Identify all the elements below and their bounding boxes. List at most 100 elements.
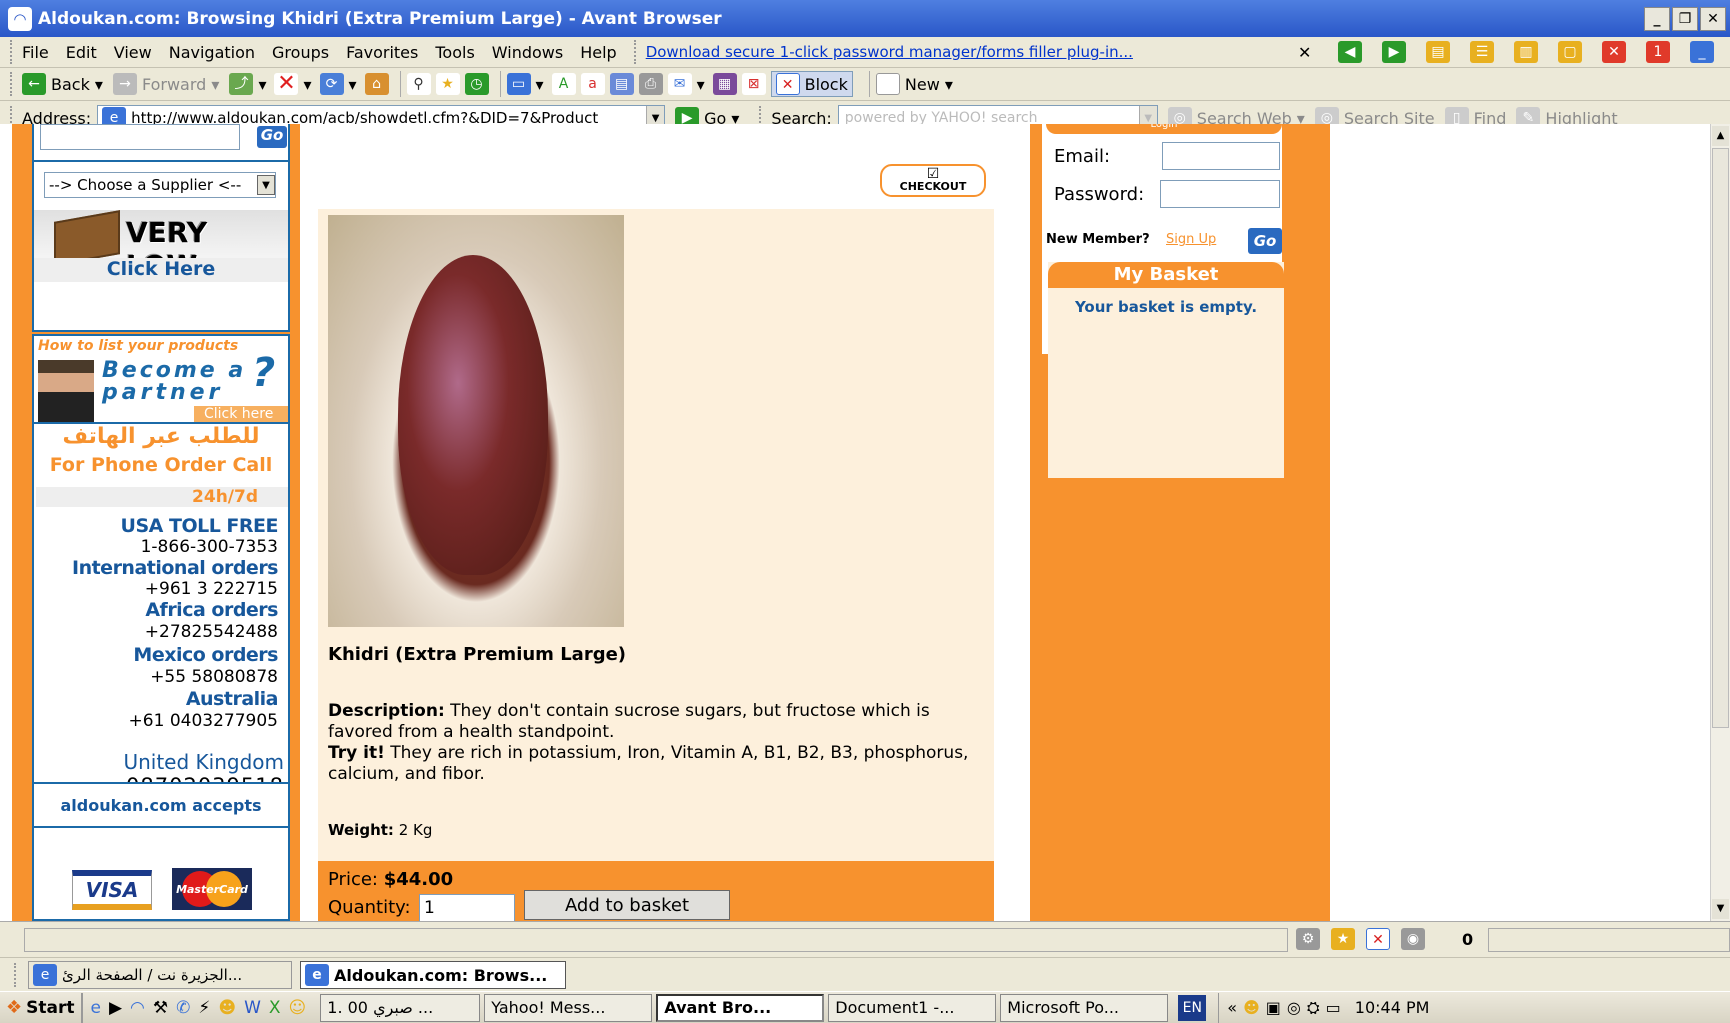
scroll-down-icon[interactable]: ▼: [1712, 899, 1729, 919]
up-icon[interactable]: ⤴: [229, 73, 254, 95]
history-icon[interactable]: ◷: [464, 73, 489, 95]
sidebar-search-input[interactable]: [40, 124, 240, 150]
businessman-image: [38, 360, 94, 422]
vertical-scrollbar[interactable]: ▲ ▼: [1710, 124, 1730, 921]
min-icon[interactable]: _: [1690, 41, 1714, 63]
status-bar: ⚙ ★ ✕ ◉ 0: [0, 921, 1730, 957]
price: Price: $44.00: [328, 869, 454, 890]
stop-icon[interactable]: ✕: [274, 73, 299, 95]
tab-aldoukan[interactable]: e Aldoukan.com: Brows...: [300, 961, 566, 989]
menu-edit[interactable]: Edit: [66, 43, 97, 62]
menu-view[interactable]: View: [114, 43, 152, 62]
taskbar-item-powerpoint[interactable]: Microsoft Po...: [1000, 993, 1169, 1022]
taskbar-item-1[interactable]: 1. 00 صبري ...: [320, 993, 481, 1022]
no-image-icon[interactable]: ⊠: [741, 73, 766, 95]
next-window-icon[interactable]: ▶: [1382, 41, 1406, 63]
partner-banner[interactable]: How to list your products Become a partn…: [32, 334, 290, 424]
close-button[interactable]: ✕: [1700, 7, 1726, 31]
one-window-icon[interactable]: 1: [1646, 41, 1670, 63]
ie-page-icon: e: [33, 964, 57, 986]
messenger-icon[interactable]: ✆: [176, 998, 190, 1018]
menu-navigation[interactable]: Navigation: [169, 43, 255, 62]
prev-window-icon[interactable]: ◀: [1338, 41, 1362, 63]
security-icon[interactable]: ◎: [1287, 998, 1301, 1017]
smiley-icon[interactable]: ☺: [289, 998, 307, 1018]
favorites-icon[interactable]: ★: [435, 73, 460, 95]
translate-icon[interactable]: a: [580, 73, 605, 95]
winamp-icon[interactable]: ⚡: [198, 998, 210, 1018]
contact-label: International orders: [72, 557, 279, 579]
tab-aljazeera[interactable]: e الجزيرة نت / الصفحة الرئ...: [28, 961, 292, 989]
signup-link[interactable]: Sign Up: [1166, 232, 1216, 247]
language-indicator[interactable]: EN: [1178, 994, 1207, 1021]
menu-groups[interactable]: Groups: [272, 43, 329, 62]
add-to-basket-button[interactable]: Add to basket: [524, 890, 730, 920]
search-icon[interactable]: ⚲: [406, 73, 431, 95]
taskbar-item-avant[interactable]: Avant Bro...: [656, 993, 825, 1022]
block-button[interactable]: ✕ Block: [770, 71, 853, 97]
font-icon[interactable]: A: [551, 73, 576, 95]
scroll-up-icon[interactable]: ▲: [1712, 126, 1729, 146]
print-icon[interactable]: ⎙: [638, 73, 663, 95]
expand-tray-icon[interactable]: «: [1227, 998, 1237, 1017]
login-go-button[interactable]: Go: [1248, 228, 1282, 254]
close-all-icon[interactable]: ✕: [1602, 41, 1626, 63]
menu-favorites[interactable]: Favorites: [346, 43, 418, 62]
tile-horizontal-icon[interactable]: ☰: [1470, 41, 1494, 63]
excel-icon[interactable]: X: [269, 998, 281, 1018]
display-icon[interactable]: ▭: [1326, 998, 1341, 1017]
refresh-icon[interactable]: ⟳: [319, 73, 344, 95]
cookie-icon[interactable]: ★: [1331, 928, 1355, 950]
contact-label: Africa orders: [145, 599, 278, 621]
menu-file[interactable]: File: [22, 43, 49, 62]
back-button[interactable]: ← Back ▾: [22, 73, 103, 95]
menu-tools[interactable]: Tools: [435, 43, 474, 62]
ie-icon[interactable]: e: [91, 998, 101, 1018]
start-button[interactable]: ❖ Start: [0, 992, 83, 1023]
title-bar: ◠ Aldoukan.com: Browsing Khidri (Extra P…: [0, 0, 1730, 37]
flash-icon[interactable]: ◉: [1401, 928, 1425, 950]
yahoo-icon[interactable]: ☻: [218, 998, 236, 1018]
window-icon[interactable]: ▭: [506, 73, 531, 95]
media-player-icon[interactable]: ▶: [109, 998, 122, 1018]
email-field[interactable]: [1162, 142, 1280, 170]
ad-close-icon[interactable]: ✕: [1298, 43, 1311, 62]
back-arrow-icon: ←: [22, 73, 46, 95]
avant-icon[interactable]: ◠: [130, 998, 145, 1018]
word-icon[interactable]: W: [244, 998, 261, 1018]
checkout-button[interactable]: ☑ CHECKOUT: [880, 164, 986, 197]
maximize-all-icon[interactable]: ▢: [1558, 41, 1582, 63]
product-name: Khidri (Extra Premium Large): [328, 644, 627, 665]
minimize-button[interactable]: _: [1644, 7, 1670, 31]
network-icon[interactable]: ▣: [1266, 998, 1281, 1017]
tile-vertical-icon[interactable]: ▥: [1514, 41, 1538, 63]
very-low-promo[interactable]: VERY LOW Click Here: [34, 210, 288, 282]
ad-link[interactable]: Download secure 1-click password manager…: [646, 43, 1133, 61]
password-field[interactable]: [1160, 180, 1280, 208]
tray-app-icon[interactable]: ⛭: [1307, 998, 1320, 1018]
view-source-icon[interactable]: ▤: [609, 73, 634, 95]
new-button[interactable]: New ▾: [875, 73, 953, 95]
mail-icon[interactable]: ✉: [667, 73, 692, 95]
yahoo-tray-icon[interactable]: ☻: [1243, 998, 1260, 1017]
basket-box: My Basket Your basket is empty.: [1048, 262, 1284, 478]
tool-icon[interactable]: ⚒: [153, 998, 168, 1018]
taskbar-item-yahoo[interactable]: Yahoo! Mess...: [484, 993, 653, 1022]
settings-icon[interactable]: ⚙: [1296, 928, 1320, 950]
forward-button[interactable]: → Forward ▾: [112, 73, 219, 95]
quantity-input[interactable]: 1: [419, 894, 515, 921]
supplier-select[interactable]: --> Choose a Supplier <-- ▼: [44, 172, 276, 198]
scroll-thumb[interactable]: [1712, 148, 1729, 728]
contact-number: +961 3 222715: [144, 579, 278, 599]
taskbar-item-document[interactable]: Document1 -...: [828, 993, 997, 1022]
cascade-icon[interactable]: ▤: [1426, 41, 1450, 63]
status-icons: ⚙ ★ ✕ ◉: [1296, 928, 1430, 950]
image-icon[interactable]: ▦: [712, 73, 737, 95]
menu-help[interactable]: Help: [580, 43, 616, 62]
restore-button[interactable]: ❐: [1672, 7, 1698, 31]
menu-windows[interactable]: Windows: [492, 43, 563, 62]
popup-block-icon[interactable]: ✕: [1366, 928, 1390, 950]
sidebar-go-button[interactable]: Go: [257, 126, 287, 148]
supplier-dropdown-icon[interactable]: ▼: [257, 175, 275, 195]
home-icon[interactable]: ⌂: [364, 73, 389, 95]
